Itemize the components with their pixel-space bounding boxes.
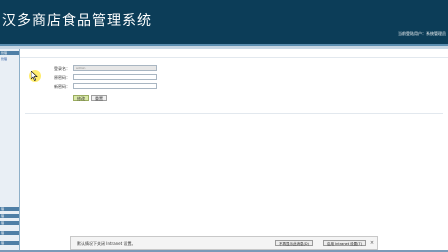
app-title: 汉多商店食品管理系统 (2, 13, 152, 29)
username-field (73, 65, 157, 71)
submit-button[interactable]: 修改 (73, 95, 89, 101)
old-password-label: 原密码： (54, 75, 70, 80)
sidebar-item-1[interactable]: 管理 (0, 51, 19, 55)
cursor-arrow-icon (31, 71, 38, 81)
old-password-field[interactable] (73, 74, 157, 80)
enable-intranet-button[interactable]: 启用 Intranet 设置(T) (323, 240, 367, 246)
reset-button[interactable]: 重置 (91, 95, 107, 101)
intranet-notification-bar: 默认情况下关闭 Intranet 设置。 不再显示此消息(D) 启用 Intra… (70, 236, 378, 250)
sidebar: 管理 管理 理 理 理 理 理 (0, 49, 20, 250)
new-password-label: 新密码： (54, 84, 70, 89)
mouse-cursor-highlight (29, 70, 41, 82)
sidebar-item-5[interactable]: 理 (0, 231, 19, 235)
close-icon[interactable]: × (369, 240, 375, 246)
sidebar-item-6[interactable]: 理 (0, 241, 19, 245)
change-password-form: 登录名： 原密码： 新密码： 修改 重置 (25, 61, 443, 114)
sidebar-item-3[interactable]: 理 (0, 214, 19, 218)
username-label: 登录名： (54, 66, 70, 71)
content-divider (20, 57, 448, 58)
current-user-info: 当前登陆用户：系统管理员 (398, 31, 446, 36)
dont-show-again-button[interactable]: 不再显示此消息(D) (275, 240, 313, 246)
notification-message: 默认情况下关闭 Intranet 设置。 (77, 241, 136, 246)
app-header: 汉多商店食品管理系统 当前登陆用户：系统管理员 (0, 0, 448, 44)
sidebar-item-4[interactable]: 理 (0, 221, 19, 225)
sidebar-subitem-1[interactable]: 管理 (1, 57, 7, 61)
main-content: 登录名： 原密码： 新密码： 修改 重置 (20, 49, 448, 250)
new-password-field[interactable] (73, 83, 157, 89)
sidebar-item-2[interactable]: 理 (0, 207, 19, 211)
